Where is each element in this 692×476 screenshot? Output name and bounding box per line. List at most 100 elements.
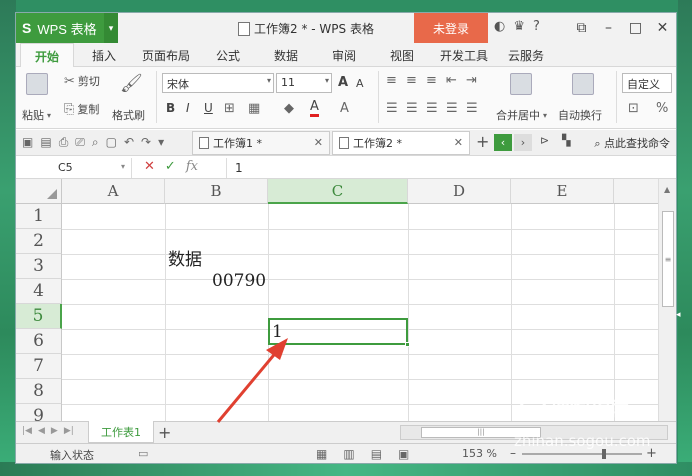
new-tab-button[interactable]: + [476, 132, 489, 151]
wps-menu-button[interactable]: S WPS 表格 ▾ [16, 13, 118, 43]
check-icon[interactable]: ▢ [106, 135, 117, 150]
justify-button[interactable]: ☰ [446, 101, 458, 116]
maximize-button[interactable]: □ [622, 13, 649, 43]
export-icon[interactable]: ⎙ [59, 135, 69, 150]
tab-review[interactable]: 审阅 [332, 47, 356, 64]
formula-input[interactable]: 1 [226, 158, 676, 178]
vertical-scrollbar[interactable]: ▲ ≡ [658, 179, 676, 421]
cell-b3[interactable]: 00790 [212, 271, 266, 291]
page-break-icon[interactable]: ▤ [371, 447, 382, 461]
row-header-9[interactable]: 9 [16, 404, 62, 421]
font-grow-button[interactable]: A [338, 75, 348, 90]
column-header-a[interactable]: A [62, 179, 165, 204]
align-right-button[interactable]: ☰ [426, 101, 438, 116]
close-button[interactable]: ✕ [649, 13, 676, 43]
close-icon[interactable]: ✕ [314, 136, 323, 149]
column-header-d[interactable]: D [408, 179, 511, 204]
column-header-b[interactable]: B [165, 179, 268, 204]
format-painter-button[interactable]: 格式刷 [112, 107, 145, 123]
save-icon[interactable]: ▣ [22, 135, 33, 150]
tab-developer[interactable]: 开发工具 [440, 47, 488, 64]
reading-mode-icon[interactable]: ▣ [398, 447, 409, 461]
redo-icon[interactable]: ↷ [141, 135, 151, 150]
scroll-up-icon[interactable]: ▲ [664, 185, 670, 194]
cell-style-button[interactable]: ▦ [248, 101, 260, 116]
minimize-button[interactable]: – [595, 13, 622, 43]
underline-button[interactable]: U [204, 101, 213, 115]
close-icon[interactable]: ✕ [454, 136, 463, 149]
confirm-icon[interactable]: ✓ [165, 159, 176, 174]
sheet-tab-active[interactable]: 工作表1 [88, 421, 154, 443]
print-icon[interactable]: ⎚ [75, 135, 85, 150]
undo-icon[interactable]: ↶ [124, 135, 134, 150]
cell-c5-selection[interactable] [268, 318, 410, 347]
copy-button[interactable]: ⎘ 复制 [64, 101, 99, 117]
add-sheet-button[interactable]: + [158, 423, 171, 442]
doc-tab-2[interactable]: 工作簿2 * ✕ [332, 131, 470, 155]
row-header-2[interactable]: 2 [16, 229, 62, 254]
chevron-left-icon[interactable]: ‹ [494, 134, 512, 151]
page-layout-icon[interactable]: ▥ [343, 447, 354, 461]
tab-formula[interactable]: 公式 [216, 47, 240, 64]
last-sheet-icon[interactable]: ▶| [64, 426, 74, 436]
row-header-8[interactable]: 8 [16, 379, 62, 404]
font-name-select[interactable]: 宋体 ▾ [162, 73, 274, 93]
tab-data[interactable]: 数据 [274, 47, 298, 64]
chevron-right-icon[interactable]: › [514, 134, 532, 151]
tab-insert[interactable]: 插入 [92, 47, 116, 64]
cell-c5[interactable]: 1 [272, 322, 283, 342]
bold-button[interactable]: B [166, 101, 175, 115]
merge-center-button[interactable]: 合并居中 ▾ [496, 107, 547, 123]
number-format-select[interactable]: 自定义 [622, 73, 672, 93]
command-search[interactable]: ⌕ 点此查找命令 [594, 135, 670, 151]
fill-handle[interactable] [405, 342, 410, 347]
column-header-f[interactable] [614, 179, 658, 204]
format-painter-icon[interactable]: 🖌 [120, 73, 143, 94]
tab-home[interactable]: 开始 [20, 43, 75, 68]
macro-icon[interactable]: ▭ [138, 447, 148, 460]
doc-list-icon[interactable]: ⊳ [540, 134, 549, 147]
align-middle-button[interactable]: ≡ [406, 73, 417, 88]
insert-function-icon[interactable]: fx [186, 159, 198, 174]
row-header-3[interactable]: 3 [16, 254, 62, 279]
align-bottom-button[interactable]: ≡ [426, 73, 437, 88]
zoom-slider-knob[interactable] [602, 449, 606, 459]
customize-icon[interactable]: ▾ [158, 135, 164, 150]
row-header-6[interactable]: 6 [16, 329, 62, 354]
zoom-slider[interactable] [522, 449, 642, 459]
side-panel-arrow-icon[interactable]: ◂ [676, 310, 681, 320]
column-header-c[interactable]: C [268, 179, 408, 204]
select-all-corner[interactable] [16, 179, 62, 204]
row-header-5[interactable]: 5 [16, 304, 62, 329]
merge-center-icon[interactable] [510, 73, 532, 95]
decrease-indent-button[interactable]: ⇤ [446, 73, 457, 88]
currency-button[interactable]: ⊡ [628, 101, 639, 116]
distribute-button[interactable]: ☰ [466, 101, 478, 116]
increase-indent-button[interactable]: ⇥ [466, 73, 477, 88]
tab-page-layout[interactable]: 页面布局 [142, 47, 190, 64]
login-button[interactable]: 未登录 [414, 13, 488, 43]
tab-cloud[interactable]: 云服务 [508, 47, 544, 64]
cancel-icon[interactable]: ✕ [144, 159, 155, 174]
prev-sheet-icon[interactable]: ◀ [38, 426, 45, 436]
row-header-7[interactable]: 7 [16, 354, 62, 379]
fill-color-button[interactable]: ◆ [284, 101, 294, 116]
row-header-1[interactable]: 1 [16, 204, 62, 229]
vertical-scroll-thumb[interactable]: ≡ [662, 211, 674, 307]
paste-icon[interactable] [26, 73, 48, 95]
paste-button[interactable]: 粘贴 ▾ [22, 107, 51, 123]
tab-view[interactable]: 视图 [390, 47, 414, 64]
row-header-4[interactable]: 4 [16, 279, 62, 304]
name-box[interactable]: C5 ▾ [16, 158, 132, 178]
help-icon[interactable]: ? [533, 19, 540, 34]
font-color-button[interactable]: A [310, 99, 319, 117]
normal-view-icon[interactable]: ▦ [316, 447, 327, 461]
align-top-button[interactable]: ≡ [386, 73, 397, 88]
cut-button[interactable]: ✂ 剪切 [64, 73, 100, 89]
chevron-down-icon[interactable]: ▾ [104, 13, 118, 43]
column-header-e[interactable]: E [511, 179, 614, 204]
first-sheet-icon[interactable]: |◀ [22, 426, 32, 436]
cell-b2[interactable]: 数据 [168, 245, 202, 270]
chevron-down-icon[interactable]: ▾ [121, 162, 125, 171]
print-preview-icon[interactable]: ⌕ [92, 135, 99, 150]
